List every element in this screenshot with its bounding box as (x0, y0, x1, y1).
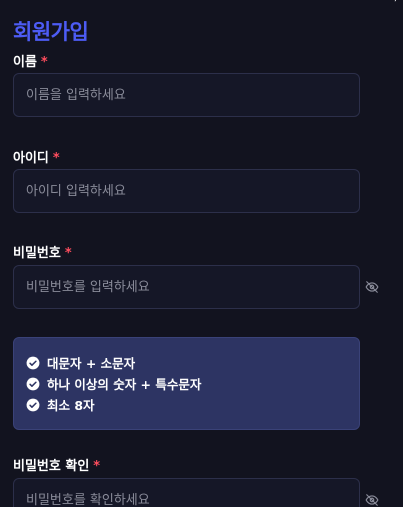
password-rule-text: 대문자 + 소문자 (47, 356, 136, 371)
password-rules-box: 대문자 + 소문자 하나 이상의 숫자 + 특수문자 최소 8자 (13, 337, 360, 430)
password-rule-text: 최소 8자 (47, 398, 95, 413)
name-label-text: 이름 (13, 55, 37, 70)
password-rule-text: 하나 이상의 숫자 + 특수문자 (47, 377, 202, 392)
eye-off-icon (365, 281, 379, 293)
id-label-text: 아이디 (13, 151, 49, 166)
name-label: 이름 * (13, 51, 48, 70)
check-circle-icon (26, 377, 40, 390)
id-label: 아이디 * (13, 147, 60, 166)
password-input[interactable] (13, 265, 360, 309)
check-circle-icon (26, 398, 40, 411)
password-confirm-input[interactable] (13, 478, 360, 507)
password-rule-item: 대문자 + 소문자 (26, 352, 347, 373)
password-confirm-label-text: 비밀번호 확인 (13, 459, 90, 474)
check-circle-icon (26, 356, 40, 369)
page-title: 회원가입 (13, 20, 89, 44)
id-input[interactable] (13, 169, 360, 213)
password-visibility-toggle[interactable] (363, 278, 381, 296)
password-confirm-required-mark: * (93, 459, 101, 474)
password-label-text: 비밀번호 (13, 246, 61, 261)
name-required-mark: * (40, 55, 48, 70)
password-required-mark: * (64, 246, 72, 261)
id-required-mark: * (52, 151, 60, 166)
password-confirm-visibility-toggle[interactable] (363, 491, 381, 507)
password-rule-item: 최소 8자 (26, 394, 347, 415)
eye-off-icon (365, 494, 379, 506)
password-label: 비밀번호 * (13, 242, 72, 261)
password-rule-item: 하나 이상의 숫자 + 특수문자 (26, 373, 347, 394)
password-confirm-label: 비밀번호 확인 * (13, 455, 100, 474)
corner-mark: ’ (393, 0, 397, 9)
name-input[interactable] (13, 73, 360, 117)
